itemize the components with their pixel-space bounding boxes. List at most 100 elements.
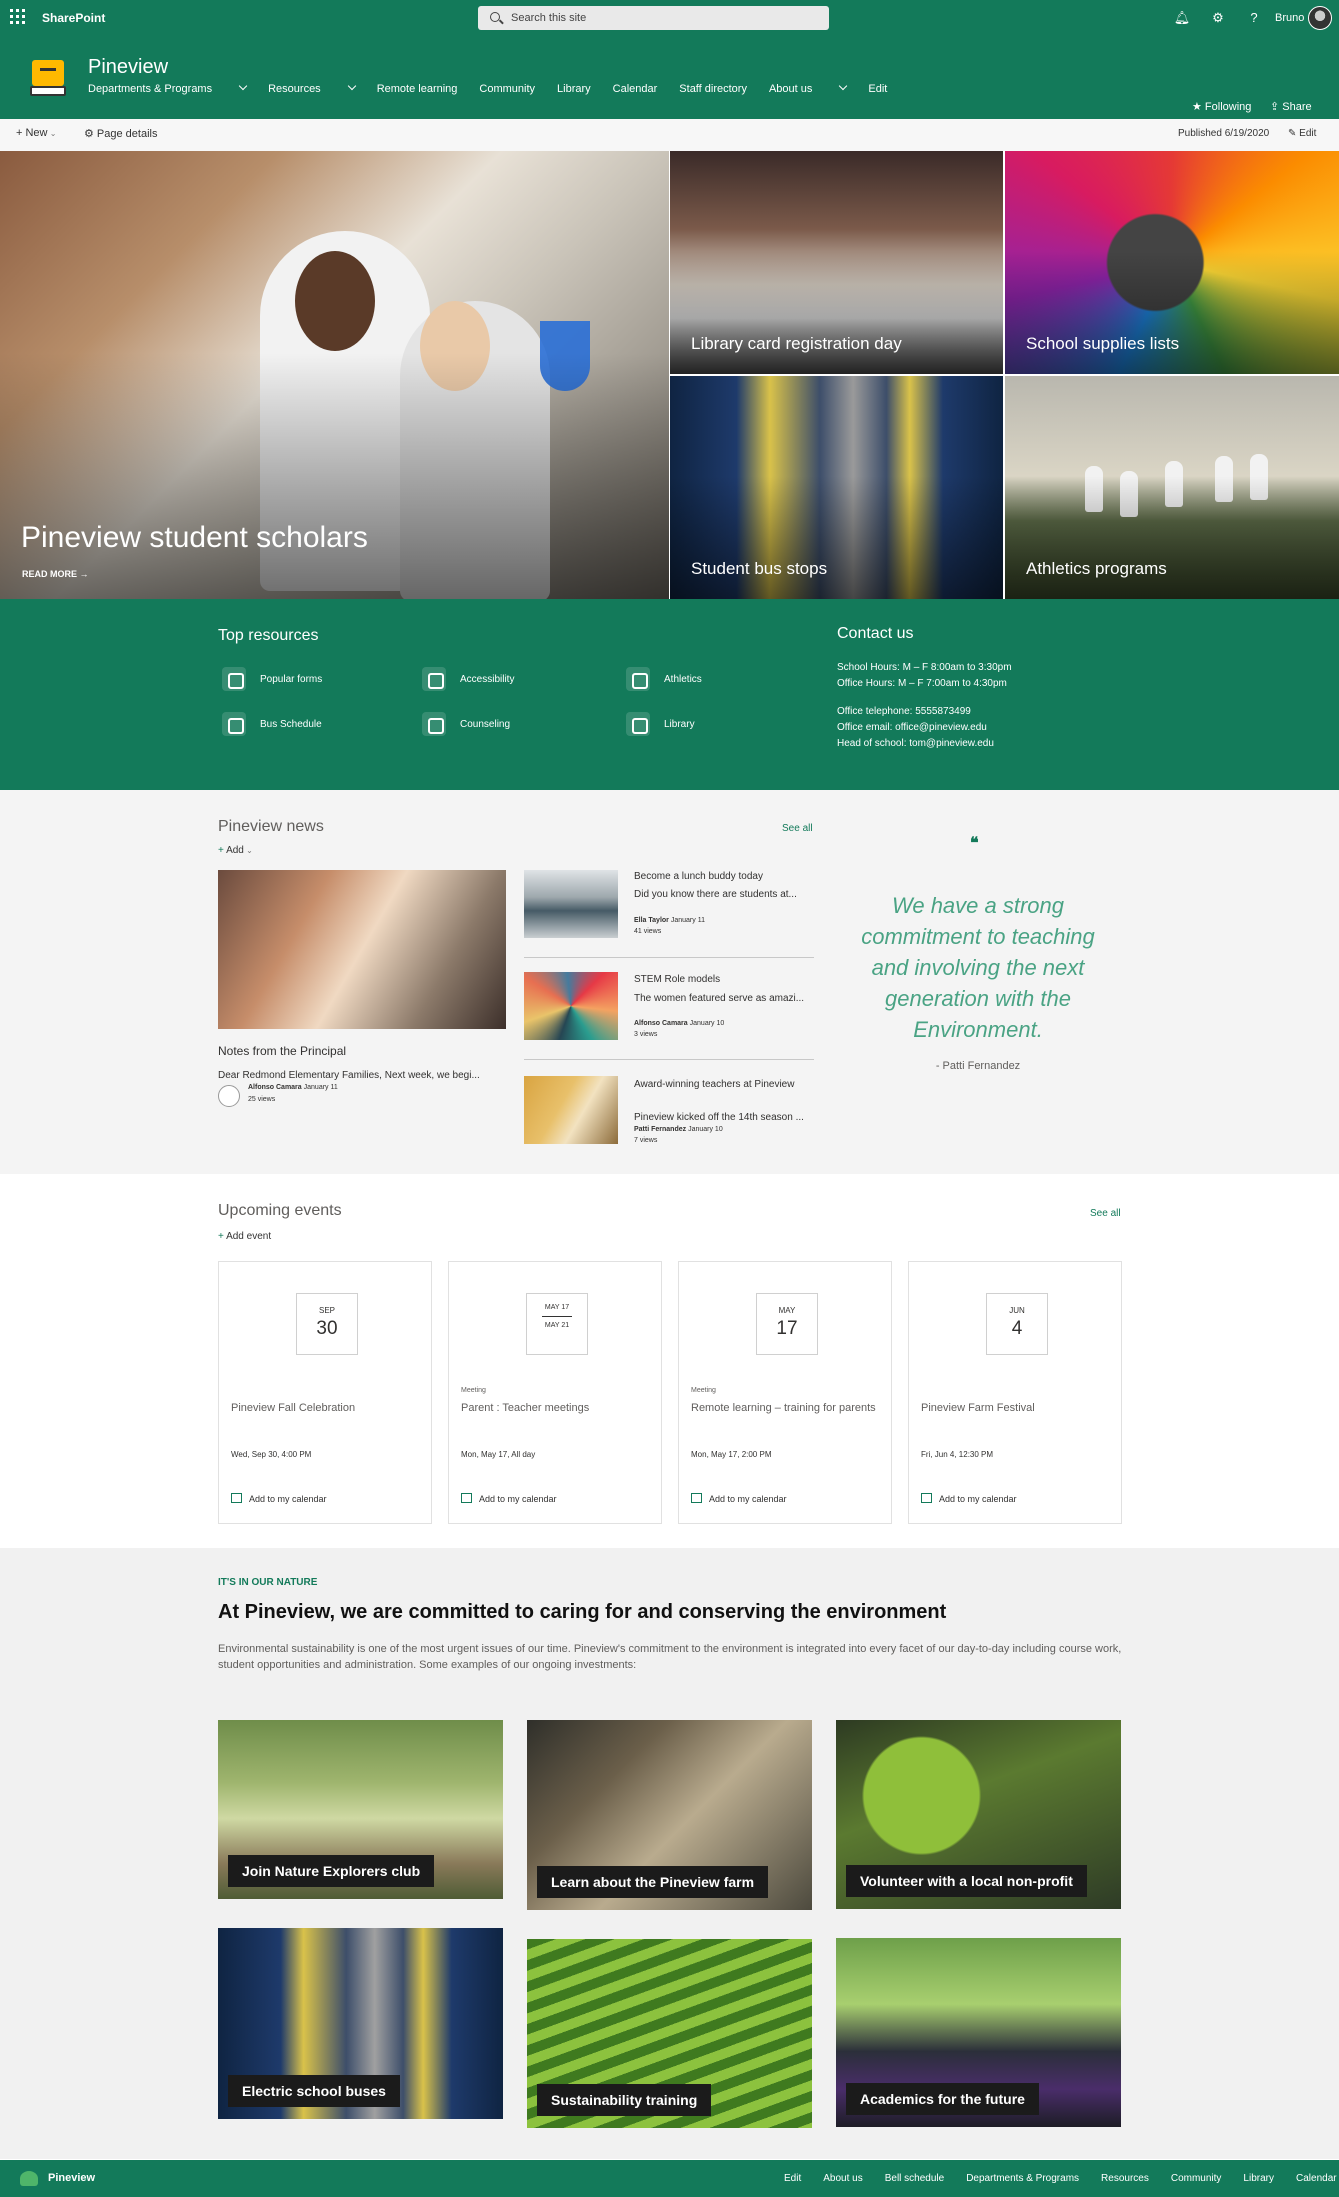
event-card[interactable]: SEP 30 Pineview Fall Celebration Wed, Sep… (218, 1261, 432, 1524)
nav-resources[interactable]: Resources (268, 81, 356, 95)
news-item-author: Ella Taylor January 11 (634, 917, 705, 924)
hero-tile-supplies[interactable]: School supplies lists (1005, 151, 1339, 374)
event-card[interactable]: MAY 17 Meeting Remote learning – training… (678, 1261, 892, 1524)
nav-edit[interactable]: Edit (868, 83, 887, 95)
news-item-views: 3 views (634, 1031, 658, 1038)
footer-link-resources[interactable]: Resources (1101, 2160, 1149, 2197)
hero-tile-athletics[interactable]: Athletics programs (1005, 376, 1339, 599)
footer-logo-icon (20, 2171, 38, 2186)
page-details-button[interactable]: ⚙ Page details (84, 127, 157, 140)
resource-popular-forms[interactable]: Popular forms (222, 667, 322, 691)
nav-library[interactable]: Library (557, 83, 591, 95)
news-item-desc: Pineview kicked off the 14th season ... (634, 1112, 804, 1123)
office-email[interactable]: Office email: office@pineview.edu (837, 722, 987, 733)
news-main-image[interactable] (218, 870, 506, 1029)
hand-icon (422, 712, 446, 736)
new-button[interactable]: + New ⌄ (16, 127, 56, 139)
nav-remote-learning[interactable]: Remote learning (377, 83, 458, 95)
news-main-desc: Dear Redmond Elementary Families, Next w… (218, 1070, 480, 1081)
news-item-image[interactable] (524, 972, 618, 1040)
news-item-views: 7 views (634, 1137, 658, 1144)
user-name[interactable]: Bruno (1275, 0, 1304, 36)
app-launcher-icon[interactable] (10, 9, 28, 27)
footer-link-bell-schedule[interactable]: Bell schedule (885, 2160, 944, 2197)
calendar-icon (461, 1493, 472, 1503)
news-item-image[interactable] (524, 870, 618, 938)
hero-tile-bus[interactable]: Student bus stops (670, 376, 1003, 599)
news-add-button[interactable]: + Add ⌄ (218, 845, 253, 856)
site-logo[interactable] (30, 58, 66, 98)
footer-link-library[interactable]: Library (1243, 2160, 1274, 2197)
news-see-all-link[interactable]: See all (782, 823, 813, 834)
quote-text: We have a strong commitment to teaching … (861, 893, 1095, 1042)
following-button[interactable]: ★ Following (1192, 100, 1251, 113)
user-avatar[interactable] (1308, 6, 1332, 30)
site-search-input[interactable]: Search this site (478, 6, 829, 30)
read-more-link[interactable]: READ MORE → (22, 569, 89, 579)
add-to-calendar-link[interactable]: Add to my calendar (461, 1492, 557, 1504)
nature-tile[interactable]: Sustainability training (527, 1939, 812, 2128)
published-date: Published 6/19/2020 (1178, 128, 1270, 139)
office-telephone: Office telephone: 5555873499 (837, 706, 971, 717)
nature-tile[interactable]: Join Nature Explorers club (218, 1720, 503, 1899)
hero-tile-caption: Athletics programs (1026, 559, 1167, 578)
footer-link-about[interactable]: About us (823, 2160, 862, 2197)
nature-tile[interactable]: Electric school buses (218, 1928, 503, 2119)
event-date-box: MAY 17 (756, 1293, 818, 1355)
resource-accessibility[interactable]: Accessibility (422, 667, 514, 691)
nav-departments[interactable]: Departments & Programs (88, 81, 248, 95)
resource-counseling[interactable]: Counseling (422, 712, 510, 736)
event-name: Parent : Teacher meetings (461, 1402, 590, 1414)
news-item-title[interactable]: Become a lunch buddy today (634, 871, 812, 882)
search-icon (490, 12, 500, 22)
hero-tile-caption: Student bus stops (691, 559, 828, 578)
news-item-title[interactable]: Award-winning teachers at Pineview (634, 1077, 812, 1092)
add-event-button[interactable]: + Add event (218, 1231, 271, 1242)
event-date-box: SEP 30 (296, 1293, 358, 1355)
bell-icon[interactable]: 🔔︎ (1172, 0, 1192, 36)
share-icon: ⇪ (1270, 101, 1283, 113)
nature-tile[interactable]: Learn about the Pineview farm (527, 1720, 812, 1910)
nav-community[interactable]: Community (479, 83, 535, 95)
nature-tile[interactable]: Volunteer with a local non-profit (836, 1720, 1121, 1909)
nature-tile-label: Learn about the Pineview farm (537, 1866, 769, 1898)
search-placeholder: Search this site (511, 12, 587, 24)
hero-main-tile[interactable]: Pineview student scholars READ MORE → (0, 151, 669, 599)
chevron-down-icon (347, 81, 356, 91)
author-avatar (218, 1085, 240, 1107)
footer-site-name[interactable]: Pineview (48, 2160, 95, 2197)
news-item-image[interactable] (524, 1076, 618, 1144)
event-category: Meeting (461, 1387, 486, 1394)
add-to-calendar-link[interactable]: Add to my calendar (231, 1492, 327, 1504)
nav-about-us[interactable]: About us (769, 81, 848, 95)
footer-link-departments[interactable]: Departments & Programs (966, 2160, 1079, 2197)
resource-bus-schedule[interactable]: Bus Schedule (222, 712, 322, 736)
add-to-calendar-link[interactable]: Add to my calendar (921, 1492, 1017, 1504)
event-card[interactable]: MAY 17 MAY 21 Meeting Parent : Teacher me… (448, 1261, 662, 1524)
news-main-views: 25 views (248, 1096, 276, 1103)
hero-tile-library[interactable]: Library card registration day (670, 151, 1003, 374)
pencil-icon: ✎ (1288, 128, 1300, 139)
nav-calendar[interactable]: Calendar (613, 83, 658, 95)
share-button[interactable]: ⇪ Share (1270, 100, 1312, 113)
nature-tile[interactable]: Academics for the future (836, 1938, 1121, 2127)
sharepoint-brand[interactable]: SharePoint (42, 0, 105, 36)
resource-library[interactable]: Library (626, 712, 695, 736)
event-card[interactable]: JUN 4 Pineview Farm Festival Fri, Jun 4, … (908, 1261, 1122, 1524)
edit-page-button[interactable]: ✎ Edit (1288, 128, 1316, 139)
footer-link-calendar[interactable]: Calendar (1296, 2160, 1337, 2197)
footer-link-community[interactable]: Community (1171, 2160, 1222, 2197)
news-main-title[interactable]: Notes from the Principal (218, 1044, 346, 1058)
help-icon[interactable]: ? (1244, 0, 1264, 36)
gear-icon[interactable]: ⚙ (1208, 0, 1228, 36)
site-title[interactable]: Pineview (88, 56, 168, 79)
calendar-icon (691, 1493, 702, 1503)
head-of-school[interactable]: Head of school: tom@pineview.edu (837, 738, 994, 749)
nav-staff-directory[interactable]: Staff directory (679, 83, 747, 95)
news-item-title[interactable]: STEM Role models (634, 974, 812, 985)
add-to-calendar-link[interactable]: Add to my calendar (691, 1492, 787, 1504)
footer-link-edit[interactable]: Edit (784, 2160, 801, 2197)
footer-navigation: Edit About us Bell schedule Departments … (784, 2160, 1337, 2197)
events-see-all-link[interactable]: See all (1090, 1208, 1121, 1219)
resource-athletics[interactable]: Athletics (626, 667, 702, 691)
